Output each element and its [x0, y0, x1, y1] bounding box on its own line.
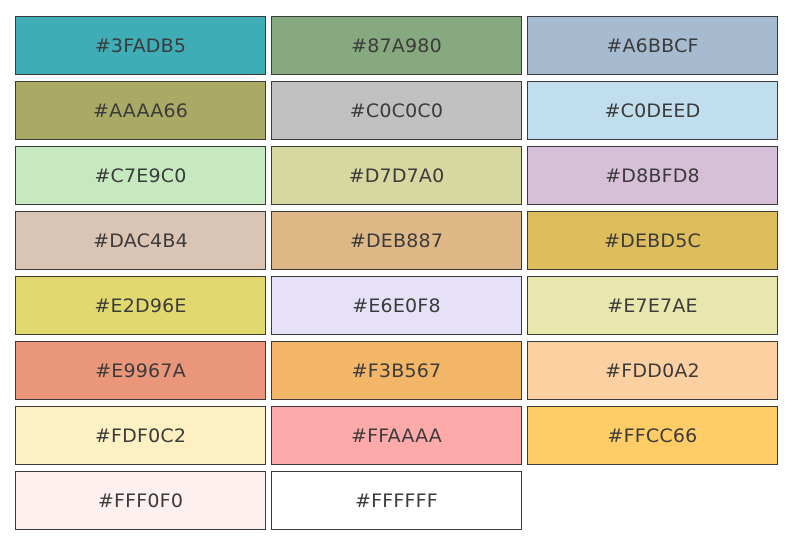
color-swatch[interactable]: #DAC4B4 [15, 211, 266, 270]
color-swatch-label: #C0DEED [604, 99, 701, 122]
color-swatch[interactable]: #C7E9C0 [15, 146, 266, 205]
color-swatch[interactable]: #FFCC66 [527, 406, 778, 465]
color-swatch-label: #FFF0F0 [97, 489, 184, 512]
color-swatch[interactable]: #FFAAAA [271, 406, 522, 465]
color-swatch-label: #87A980 [351, 34, 442, 57]
color-swatch[interactable]: #3FADB5 [15, 16, 266, 75]
color-swatch[interactable]: #DEB887 [271, 211, 522, 270]
color-swatch-label: #D7D7A0 [348, 164, 445, 187]
color-swatch[interactable]: #A6BBCF [527, 16, 778, 75]
color-swatch[interactable]: #FFFFFF [271, 471, 522, 530]
color-swatch[interactable]: #DEBD5C [527, 211, 778, 270]
color-swatch[interactable]: #FDF0C2 [15, 406, 266, 465]
color-swatch-label: #A6BBCF [606, 34, 699, 57]
color-swatch[interactable]: #E2D96E [15, 276, 266, 335]
color-swatch-label: #AAAA66 [92, 99, 189, 122]
color-swatch[interactable]: #C0DEED [527, 81, 778, 140]
color-swatch[interactable]: #E6E0F8 [271, 276, 522, 335]
color-swatch[interactable]: #E9967A [15, 341, 266, 400]
color-swatch-label: #E2D96E [94, 294, 187, 317]
color-swatch-label: #DEB887 [349, 229, 444, 252]
color-swatch[interactable]: #C0C0C0 [271, 81, 522, 140]
color-swatch-label: #FDD0A2 [605, 359, 700, 382]
color-swatch-label: #FFCC66 [607, 424, 698, 447]
color-swatch-label: #DAC4B4 [93, 229, 188, 252]
color-swatch-label: #D8BFD8 [605, 164, 700, 187]
color-swatch[interactable]: #87A980 [271, 16, 522, 75]
color-swatch-grid: #3FADB5 #87A980 #A6BBCF #AAAA66 #C0C0C0 #C0DE… [15, 16, 778, 530]
color-swatch-label: #E6E0F8 [352, 294, 441, 317]
color-swatch-label: #C0C0C0 [349, 99, 444, 122]
color-swatch[interactable]: #FDD0A2 [527, 341, 778, 400]
color-swatch-label: #FFAAAA [350, 424, 442, 447]
color-swatch-label: #F3B567 [351, 359, 442, 382]
color-swatch-label: #E9967A [95, 359, 186, 382]
color-swatch-label: #FFFFFF [355, 489, 438, 512]
color-swatch-label: #C7E9C0 [94, 164, 187, 187]
color-swatch-label: #3FADB5 [94, 34, 187, 57]
color-swatch-label: #E7E7AE [607, 294, 698, 317]
color-swatch-label: #FDF0C2 [94, 424, 187, 447]
color-swatch[interactable]: #D7D7A0 [271, 146, 522, 205]
color-swatch[interactable]: #D8BFD8 [527, 146, 778, 205]
color-swatch[interactable]: #AAAA66 [15, 81, 266, 140]
color-swatch[interactable]: #E7E7AE [527, 276, 778, 335]
color-swatch[interactable]: #F3B567 [271, 341, 522, 400]
color-swatch-label: #DEBD5C [604, 229, 701, 252]
color-swatch[interactable]: #FFF0F0 [15, 471, 266, 530]
